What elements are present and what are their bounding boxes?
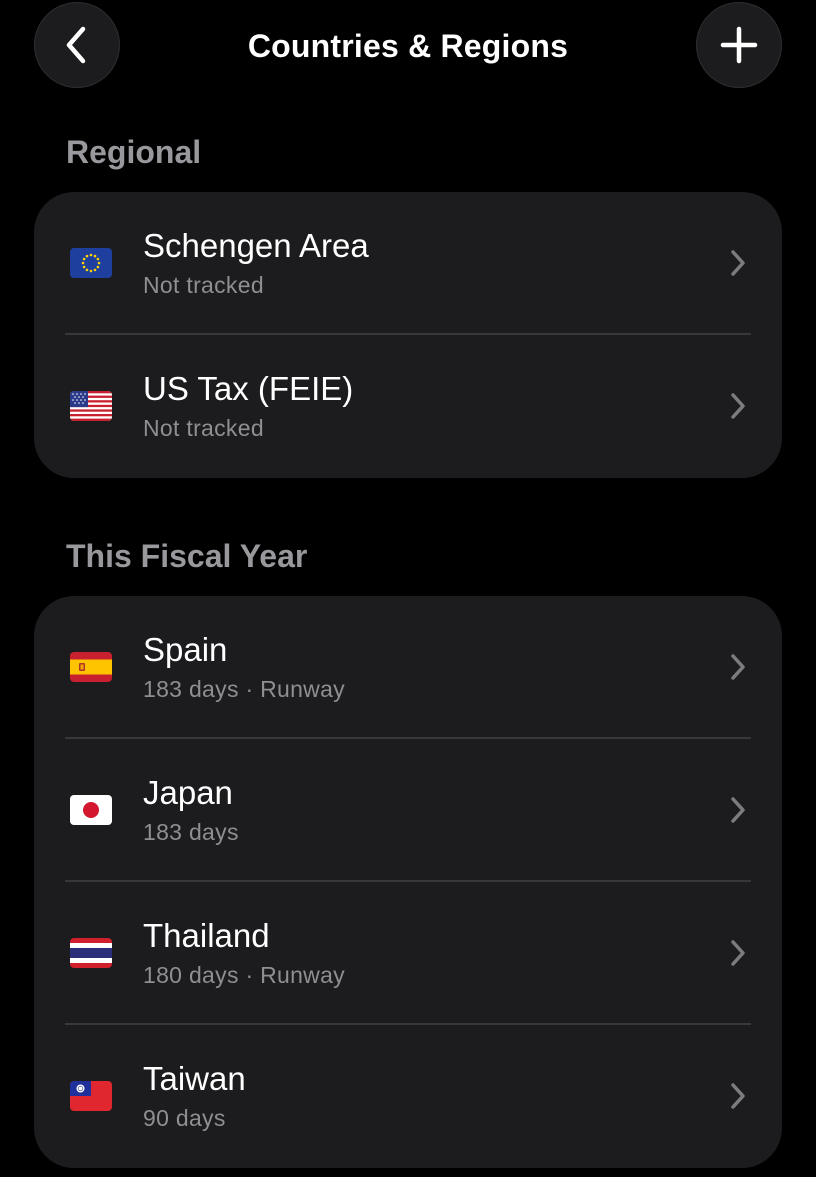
section-title-regional: Regional [66, 134, 202, 170]
eu-flag-icon [70, 248, 112, 278]
item-name: Taiwan [143, 1060, 246, 1097]
spain-flag-icon [70, 652, 112, 682]
navigation-bar: Countries & Regions [0, 0, 816, 92]
item-status: Not tracked [143, 415, 264, 441]
section-title-fiscal-year: This Fiscal Year [66, 538, 308, 574]
list-item-taiwan[interactable]: Taiwan 90 days [34, 1025, 782, 1168]
item-detail: 90 days [143, 1105, 226, 1131]
regional-list: Schengen Area Not tracked US Tax (FEIE) … [34, 192, 782, 478]
list-item-us-tax[interactable]: US Tax (FEIE) Not tracked [34, 335, 782, 478]
item-name: Schengen Area [143, 227, 369, 264]
thailand-flag-icon [70, 938, 112, 968]
us-flag-icon [70, 391, 112, 421]
chevron-right-icon [731, 250, 745, 276]
fiscal-year-list: Spain 183 days · Runway Japan 183 days T… [34, 596, 782, 1168]
item-name: Thailand [143, 917, 270, 954]
chevron-right-icon [731, 797, 745, 823]
chevron-right-icon [731, 940, 745, 966]
item-name: Japan [143, 774, 233, 811]
item-name: US Tax (FEIE) [143, 370, 354, 407]
item-detail: 183 days [143, 819, 239, 845]
page-title: Countries & Regions [247, 28, 569, 64]
item-name: Spain [143, 631, 228, 668]
add-button[interactable] [696, 2, 782, 88]
item-detail: 183 days · Runway [143, 676, 345, 702]
chevron-right-icon [731, 654, 745, 680]
plus-icon [720, 26, 758, 64]
list-item-japan[interactable]: Japan 183 days [34, 739, 782, 882]
chevron-left-icon [66, 26, 86, 64]
list-item-thailand[interactable]: Thailand 180 days · Runway [34, 882, 782, 1025]
chevron-right-icon [731, 1083, 745, 1109]
japan-flag-icon [70, 795, 112, 825]
item-status: Not tracked [143, 272, 264, 298]
list-item-spain[interactable]: Spain 183 days · Runway [34, 596, 782, 739]
taiwan-flag-icon [70, 1081, 112, 1111]
list-item-schengen-area[interactable]: Schengen Area Not tracked [34, 192, 782, 335]
back-button[interactable] [34, 2, 120, 88]
item-detail: 180 days · Runway [143, 962, 345, 988]
chevron-right-icon [731, 393, 745, 419]
